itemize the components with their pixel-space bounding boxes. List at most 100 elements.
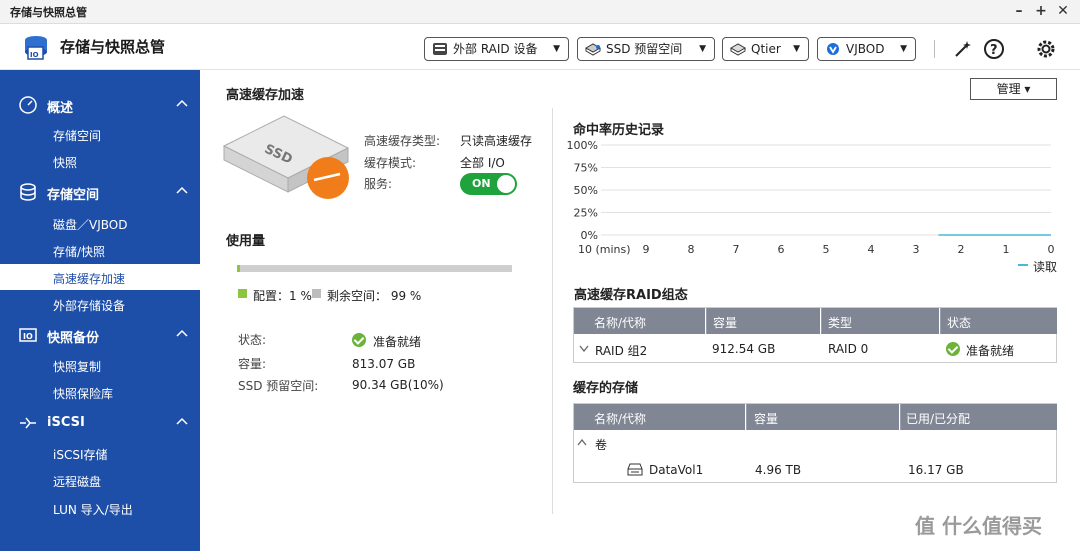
chevron-up-icon [176, 417, 188, 425]
column-header[interactable]: 名称/代称 [574, 308, 705, 334]
column-header[interactable]: 名称/代称 [574, 404, 745, 430]
sidebar-item-iscsi-storage[interactable]: iSCSI存储 [0, 440, 200, 466]
storage-app-logo-icon: IO [25, 36, 47, 60]
x-tick-label: 2 [958, 243, 965, 256]
x-tick-label: 7 [733, 243, 740, 256]
snapshot-backup-icon: IO [19, 328, 37, 342]
chevron-down-icon: ▼ [553, 44, 560, 54]
status-label: 状态: [238, 333, 267, 347]
usage-progress-fill [237, 265, 240, 272]
chevron-up-icon[interactable] [577, 439, 587, 446]
chevron-down-icon[interactable] [579, 345, 589, 352]
sidebar-item-snapshot[interactable]: 快照 [0, 148, 200, 174]
sidebar-item-label: 磁盘／VJBOD [53, 218, 128, 232]
external-raid-button[interactable]: 外部 RAID 设备 ▼ [424, 37, 569, 61]
x-tick-label: 6 [778, 243, 785, 256]
dashboard-icon [19, 96, 37, 114]
table-row[interactable]: DataVol1 4.96 TB 16.17 GB [574, 457, 1056, 481]
table-row[interactable]: RAID 组2 912.54 GB RAID 0 准备就绪 [574, 335, 1056, 362]
minimize-button[interactable]: – [1010, 2, 1028, 20]
y-tick-label: 0% [581, 229, 598, 242]
chevron-down-icon: ▼ [793, 44, 800, 54]
column-header-label: 名称/代称 [594, 412, 647, 426]
sidebar-item-lun-import-export[interactable]: LUN 导入/导出 [0, 495, 200, 521]
sidebar-item-storage-snapshot[interactable]: 存储/快照 [0, 237, 200, 263]
vjbod-button[interactable]: VJBOD ▼ [817, 37, 916, 61]
cache-mode-value: 全部 I/O [460, 156, 505, 170]
table-group-row[interactable]: 卷 [574, 431, 1056, 455]
allocated-legend-swatch [238, 289, 247, 298]
sidebar-section-iscsi[interactable]: iSCSI [0, 408, 200, 438]
y-tick-label: 75% [574, 162, 598, 175]
cached-storage-title: 缓存的存储 [573, 381, 639, 396]
database-icon [20, 183, 36, 201]
column-header-label: 名称/代称 [594, 316, 647, 330]
svg-text:?: ? [990, 43, 998, 58]
raid-capacity: 912.54 GB [712, 342, 776, 356]
qtier-label: Qtier [751, 42, 781, 56]
cached-storage-table: 名称/代称 容量 已用/已分配 卷 DataVol1 4.96 TB 16.17… [573, 403, 1057, 483]
sidebar-item-label: iSCSI存储 [53, 448, 108, 462]
chevron-down-icon: ▼ [699, 44, 706, 54]
sidebar-section-overview[interactable]: 概述 [0, 90, 200, 120]
y-tick-label: 50% [574, 184, 598, 197]
capacity-value: 813.07 GB [352, 357, 416, 371]
sidebar-item-snapshot-replica[interactable]: 快照复制 [0, 352, 200, 378]
raid-status: 准备就绪 [966, 344, 1015, 358]
iscsi-icon [20, 417, 36, 429]
sidebar-item-snapshot-vault[interactable]: 快照保险库 [0, 379, 200, 405]
sidebar-item-external-storage[interactable]: 外部存储设备 [0, 291, 200, 317]
qtier-button[interactable]: Qtier ▼ [722, 37, 809, 61]
sidebar-item-storage-space[interactable]: 存储空间 [0, 121, 200, 147]
column-header[interactable]: 容量 [746, 404, 899, 430]
sidebar: 概述 存储空间 快照 存储空间 磁盘／VJBOD 存储/快照 高速缓存加速 外部… [0, 70, 200, 551]
ssd-icon [585, 43, 601, 56]
sidebar-section-label: 存储空间 [47, 188, 100, 203]
manage-button[interactable]: 管理 ▾ [970, 78, 1057, 100]
sidebar-item-label: 存储/快照 [53, 245, 106, 259]
volume-used: 16.17 GB [908, 463, 964, 477]
column-header[interactable]: 容量 [706, 308, 820, 334]
group-label: 卷 [595, 438, 608, 452]
sidebar-item-label: 远程磁盘 [53, 475, 102, 489]
maximize-button[interactable]: + [1032, 2, 1050, 20]
y-tick-label: 25% [574, 207, 598, 220]
close-button[interactable]: ✕ [1054, 2, 1072, 20]
sidebar-item-remote-disk[interactable]: 远程磁盘 [0, 467, 200, 493]
usage-title: 使用量 [226, 234, 266, 249]
chevron-up-icon [176, 186, 188, 194]
allocated-text: 配置：1 % [253, 289, 312, 303]
sidebar-section-storage[interactable]: 存储空间 [0, 177, 200, 207]
sidebar-item-label: LUN 导入/导出 [53, 503, 133, 517]
x-tick-label: 8 [688, 243, 695, 256]
service-toggle[interactable]: ON [460, 173, 517, 195]
panel-divider [552, 108, 553, 514]
magic-wand-icon[interactable] [952, 38, 974, 60]
column-header-label: 类型 [828, 316, 853, 330]
sidebar-section-snapshot-backup[interactable]: IO 快照备份 [0, 320, 200, 350]
reserved-value: 90.34 GB(10%) [352, 378, 444, 392]
settings-gear-icon[interactable] [1035, 38, 1057, 60]
page-title: 高速缓存加速 [226, 88, 305, 103]
sidebar-item-label: 快照保险库 [53, 387, 114, 401]
service-label: 服务: [364, 177, 393, 191]
column-header[interactable]: 类型 [821, 308, 939, 334]
toggle-knob [497, 175, 515, 193]
help-icon[interactable]: ? [983, 38, 1005, 60]
app-header: IO 存储与快照总管 外部 RAID 设备 ▼ SSD 预留空间 ▼ Qtier… [0, 24, 1080, 70]
ssd-reserve-button[interactable]: SSD 预留空间 ▼ [577, 37, 715, 61]
hit-rate-chart: 100% 75% 50% 25% 0%10 (mins) 9 8 7 6 5 4 3 2 1 0 [567, 139, 1055, 256]
ssd-cache-illustration: SSD [222, 115, 350, 199]
chevron-up-icon [176, 99, 188, 107]
x-tick-label: 3 [913, 243, 920, 256]
sidebar-item-cache-acceleration[interactable]: 高速缓存加速 [0, 264, 200, 290]
x-tick-label: 1 [1003, 243, 1010, 256]
raid-type: RAID 0 [828, 342, 869, 356]
header-divider [934, 40, 935, 58]
column-header[interactable]: 已用/已分配 [900, 404, 1057, 430]
sidebar-item-disks-vjbod[interactable]: 磁盘／VJBOD [0, 210, 200, 236]
capacity-label: 容量: [238, 357, 267, 371]
free-text: 剩余空间： 99 % [327, 289, 422, 303]
vjbod-label: VJBOD [846, 42, 885, 56]
column-header[interactable]: 状态 [940, 308, 1057, 334]
